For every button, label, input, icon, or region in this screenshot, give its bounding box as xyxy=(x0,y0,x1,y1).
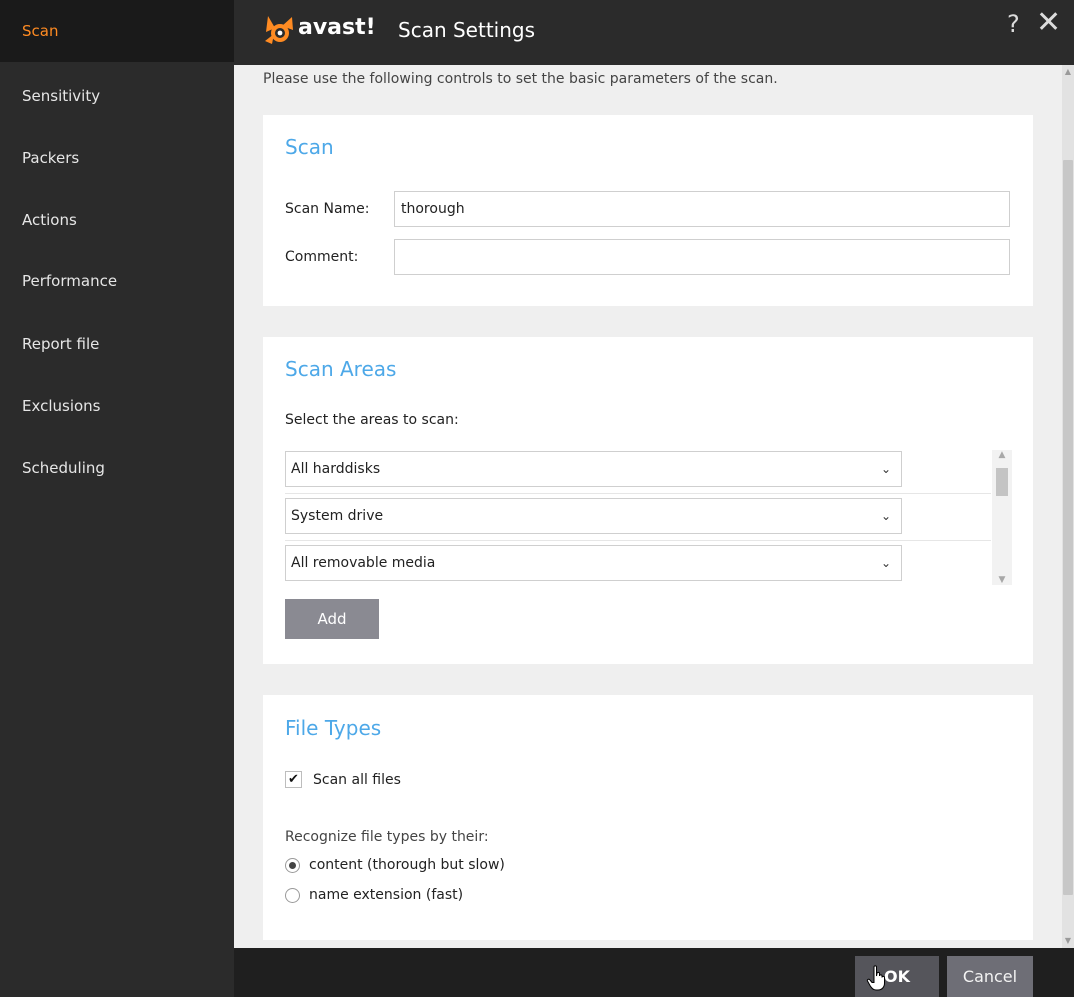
file-types-panel: File Types ✔ Scan all files Recognize fi… xyxy=(263,695,1033,940)
area-select-value: System drive xyxy=(291,508,384,524)
areas-list-scrollbar[interactable]: ▲ ▼ xyxy=(992,450,1012,585)
brand-name: avast! xyxy=(298,15,376,40)
scan-areas-section-title: Scan Areas xyxy=(285,357,397,381)
close-icon[interactable]: ✕ xyxy=(1036,6,1061,40)
scan-name-input[interactable] xyxy=(394,191,1010,227)
settings-content: Please use the following controls to set… xyxy=(234,65,1074,948)
recognize-label: Recognize file types by their: xyxy=(285,829,489,845)
content-radio[interactable] xyxy=(285,858,300,873)
scrollbar-thumb[interactable] xyxy=(1063,160,1073,895)
list-item: All harddisks ⌄ xyxy=(285,450,991,494)
help-icon[interactable]: ? xyxy=(1007,10,1020,38)
scan-section-title: Scan xyxy=(285,135,334,159)
area-select-value: All removable media xyxy=(291,555,436,571)
content-radio-label: content (thorough but slow) xyxy=(309,857,505,873)
sidebar-item-actions[interactable]: Actions xyxy=(0,189,234,251)
chevron-down-icon: ⌄ xyxy=(880,509,891,523)
window-title: Scan Settings xyxy=(398,18,536,42)
scan-areas-panel: Scan Areas Select the areas to scan: All… xyxy=(263,337,1033,664)
title-bar: avast! Scan Settings ? ✕ xyxy=(234,0,1074,65)
add-area-button[interactable]: Add xyxy=(285,599,379,639)
sidebar-item-scheduling[interactable]: Scheduling xyxy=(0,437,234,499)
list-item: All removable media ⌄ xyxy=(285,544,991,584)
extension-radio-label: name extension (fast) xyxy=(309,887,464,903)
cancel-button[interactable]: Cancel xyxy=(947,956,1033,997)
sidebar-item-sensitivity[interactable]: Sensitivity xyxy=(0,65,234,127)
scrollbar-thumb[interactable] xyxy=(996,468,1008,496)
scroll-up-icon[interactable]: ▲ xyxy=(1063,67,1073,77)
scroll-down-icon[interactable]: ▼ xyxy=(992,575,1012,585)
comment-input[interactable] xyxy=(394,239,1010,275)
scan-areas-subtitle: Select the areas to scan: xyxy=(285,412,459,428)
scan-panel: Scan Scan Name: Comment: xyxy=(263,115,1033,306)
extension-radio[interactable] xyxy=(285,888,300,903)
list-item: System drive ⌄ xyxy=(285,497,991,541)
content-scrollbar[interactable]: ▲ ▼ xyxy=(1062,65,1074,948)
sidebar-item-scan[interactable]: Scan xyxy=(0,0,234,62)
sidebar-item-report-file[interactable]: Report file xyxy=(0,313,234,375)
scroll-down-icon[interactable]: ▼ xyxy=(1063,936,1073,946)
chevron-down-icon: ⌄ xyxy=(880,462,891,476)
sidebar-item-packers[interactable]: Packers xyxy=(0,127,234,189)
scan-all-files-label: Scan all files xyxy=(313,772,401,788)
avast-logo-icon xyxy=(265,16,293,44)
sidebar-item-performance[interactable]: Performance xyxy=(0,250,234,312)
comment-label: Comment: xyxy=(285,249,359,265)
sidebar: Scan Sensitivity Packers Actions Perform… xyxy=(0,0,234,997)
area-select-value: All harddisks xyxy=(291,461,381,477)
area-select[interactable]: System drive ⌄ xyxy=(285,498,902,534)
scroll-up-icon[interactable]: ▲ xyxy=(992,450,1012,460)
footer-bar: OK Cancel xyxy=(234,948,1074,997)
area-select[interactable]: All removable media ⌄ xyxy=(285,545,902,581)
chevron-down-icon: ⌄ xyxy=(880,556,891,570)
hand-cursor-icon xyxy=(866,965,885,991)
area-select[interactable]: All harddisks ⌄ xyxy=(285,451,902,487)
file-types-section-title: File Types xyxy=(285,716,382,740)
scan-name-label: Scan Name: xyxy=(285,201,370,217)
sidebar-item-exclusions[interactable]: Exclusions xyxy=(0,375,234,437)
scan-all-files-checkbox[interactable]: ✔ xyxy=(285,771,302,788)
intro-text: Please use the following controls to set… xyxy=(263,71,778,87)
